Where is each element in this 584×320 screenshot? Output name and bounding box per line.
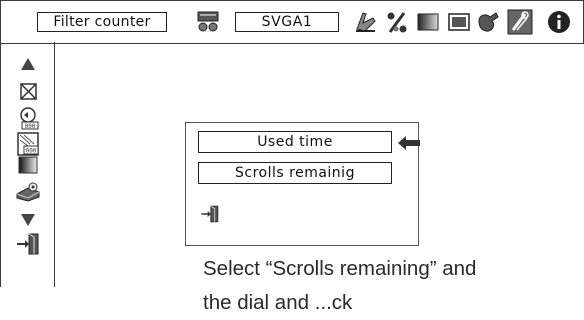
input-icon[interactable] — [195, 9, 221, 35]
menu-title-box: Filter counter — [37, 12, 167, 32]
dialog-exit-icon[interactable] — [199, 203, 221, 225]
instruction-text: Select “Scrolls remaining” and the dial … — [203, 252, 476, 320]
projector-icon[interactable] — [14, 180, 42, 204]
exit-icon[interactable] — [14, 232, 42, 256]
filter-counter-dialog: Used time Scrolls remainig — [185, 122, 420, 246]
image-select-icon[interactable] — [384, 9, 410, 35]
filter-gradient-icon[interactable] — [14, 154, 42, 178]
image-adjust-icon[interactable] — [415, 9, 441, 35]
instruction-line-2: the dial and ...ck — [203, 291, 353, 314]
source-name-box: SVGA1 — [235, 12, 339, 32]
scroll-up-icon[interactable] — [14, 52, 42, 76]
svg-text:000: 000 — [25, 123, 36, 130]
instruction-line-1: Select “Scrolls remaining” and — [203, 257, 477, 280]
filter-counter-icon[interactable]: 000 — [14, 132, 42, 156]
setting-icon[interactable] — [507, 9, 533, 35]
left-arrow-icon — [398, 136, 420, 150]
menu-bar: Filter counter SVGA1 — [0, 0, 584, 44]
filter-reset-icon[interactable]: 000 — [14, 106, 42, 130]
sidebar: 000 000 — [0, 42, 55, 287]
filter-warning-off-icon[interactable] — [14, 80, 42, 104]
pc-adjust-icon[interactable] — [353, 9, 379, 35]
sound-icon[interactable] — [476, 9, 502, 35]
scrolls-remaining-option[interactable]: Scrolls remainig — [198, 162, 392, 184]
scroll-down-icon[interactable] — [14, 208, 42, 232]
used-time-option[interactable]: Used time — [198, 131, 392, 153]
screen-icon[interactable] — [446, 9, 472, 35]
information-icon[interactable] — [546, 9, 572, 35]
